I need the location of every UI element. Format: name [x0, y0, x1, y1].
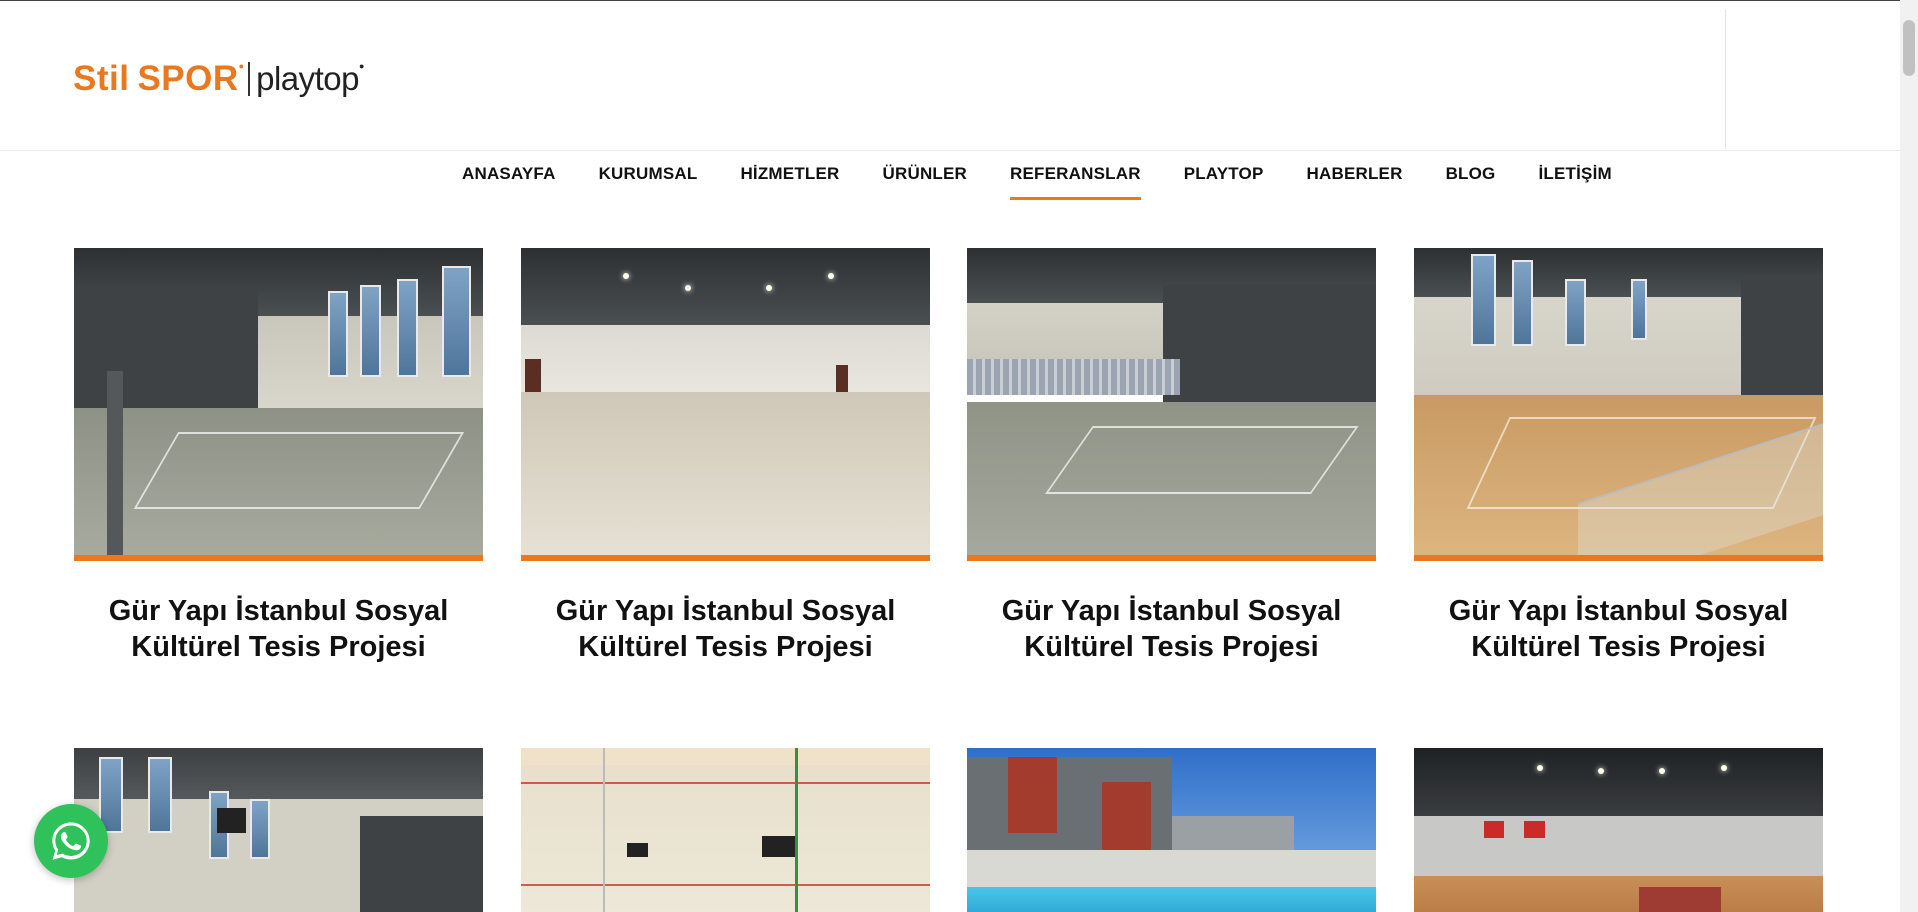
card-accent-bar	[74, 555, 483, 561]
reference-image[interactable]	[967, 248, 1376, 555]
reference-title[interactable]: Gür Yapı İstanbul Sosyal Kültürel Tesis …	[521, 593, 930, 665]
reference-image[interactable]	[521, 248, 930, 555]
whatsapp-button[interactable]	[34, 804, 108, 878]
reference-card[interactable]	[521, 748, 930, 912]
card-accent-bar	[1414, 555, 1823, 561]
nav-item-referanslar[interactable]: REFERANSLAR	[1010, 164, 1141, 200]
logo-separator	[248, 62, 251, 96]
reference-image[interactable]	[967, 748, 1376, 912]
scrollbar-thumb[interactable]	[1903, 20, 1915, 76]
nav-item-anasayfa[interactable]: ANASAYFA	[462, 164, 556, 200]
logo-registered-mark-2: ●	[359, 61, 365, 71]
nav-item-haberler[interactable]: HABERLER	[1307, 164, 1403, 200]
reference-card[interactable]	[967, 748, 1376, 912]
logo-stil-text: Stil	[73, 59, 130, 98]
nav-item-playtop[interactable]: PLAYTOP	[1184, 164, 1264, 200]
card-accent-bar	[521, 555, 930, 561]
reference-card[interactable]: Gür Yapı İstanbul Sosyal Kültürel Tesis …	[1414, 248, 1823, 665]
reference-image[interactable]	[1414, 748, 1823, 912]
logo-playtop-text: playtop	[256, 60, 360, 97]
reference-card[interactable]: Gür Yapı İstanbul Sosyal Kültürel Tesis …	[967, 248, 1376, 665]
reference-title[interactable]: Gür Yapı İstanbul Sosyal Kültürel Tesis …	[967, 593, 1376, 665]
reference-card[interactable]: Gür Yapı İstanbul Sosyal Kültürel Tesis …	[521, 248, 930, 665]
header-divider	[1725, 9, 1726, 149]
reference-image[interactable]	[1414, 248, 1823, 555]
reference-card[interactable]: Gür Yapı İstanbul Sosyal Kültürel Tesis …	[74, 248, 483, 665]
reference-title[interactable]: Gür Yapı İstanbul Sosyal Kültürel Tesis …	[1414, 593, 1823, 665]
main-nav: ANASAYFA KURUMSAL HİZMETLER ÜRÜNLER REFE…	[462, 164, 1655, 200]
nav-item-blog[interactable]: BLOG	[1446, 164, 1496, 200]
card-accent-bar	[967, 555, 1376, 561]
reference-card[interactable]	[74, 748, 483, 912]
reference-card[interactable]	[1414, 748, 1823, 912]
whatsapp-icon	[52, 822, 90, 860]
reference-image[interactable]	[521, 748, 930, 912]
nav-item-iletisim[interactable]: İLETİŞİM	[1538, 164, 1611, 200]
reference-image[interactable]	[74, 748, 483, 912]
nav-item-urunler[interactable]: ÜRÜNLER	[883, 164, 968, 200]
reference-title[interactable]: Gür Yapı İstanbul Sosyal Kültürel Tesis …	[74, 593, 483, 665]
logo-registered-mark: ●	[238, 61, 245, 71]
nav-item-hizmetler[interactable]: HİZMETLER	[740, 164, 839, 200]
site-header: Stil SPOR ● playtop ●	[0, 1, 1900, 151]
logo-spor-text: SPOR	[137, 59, 239, 98]
page-scrollbar[interactable]	[1900, 0, 1918, 912]
site-logo[interactable]: Stil SPOR ● playtop ●	[73, 57, 364, 101]
nav-item-kurumsal[interactable]: KURUMSAL	[599, 164, 698, 200]
reference-image[interactable]	[74, 248, 483, 555]
